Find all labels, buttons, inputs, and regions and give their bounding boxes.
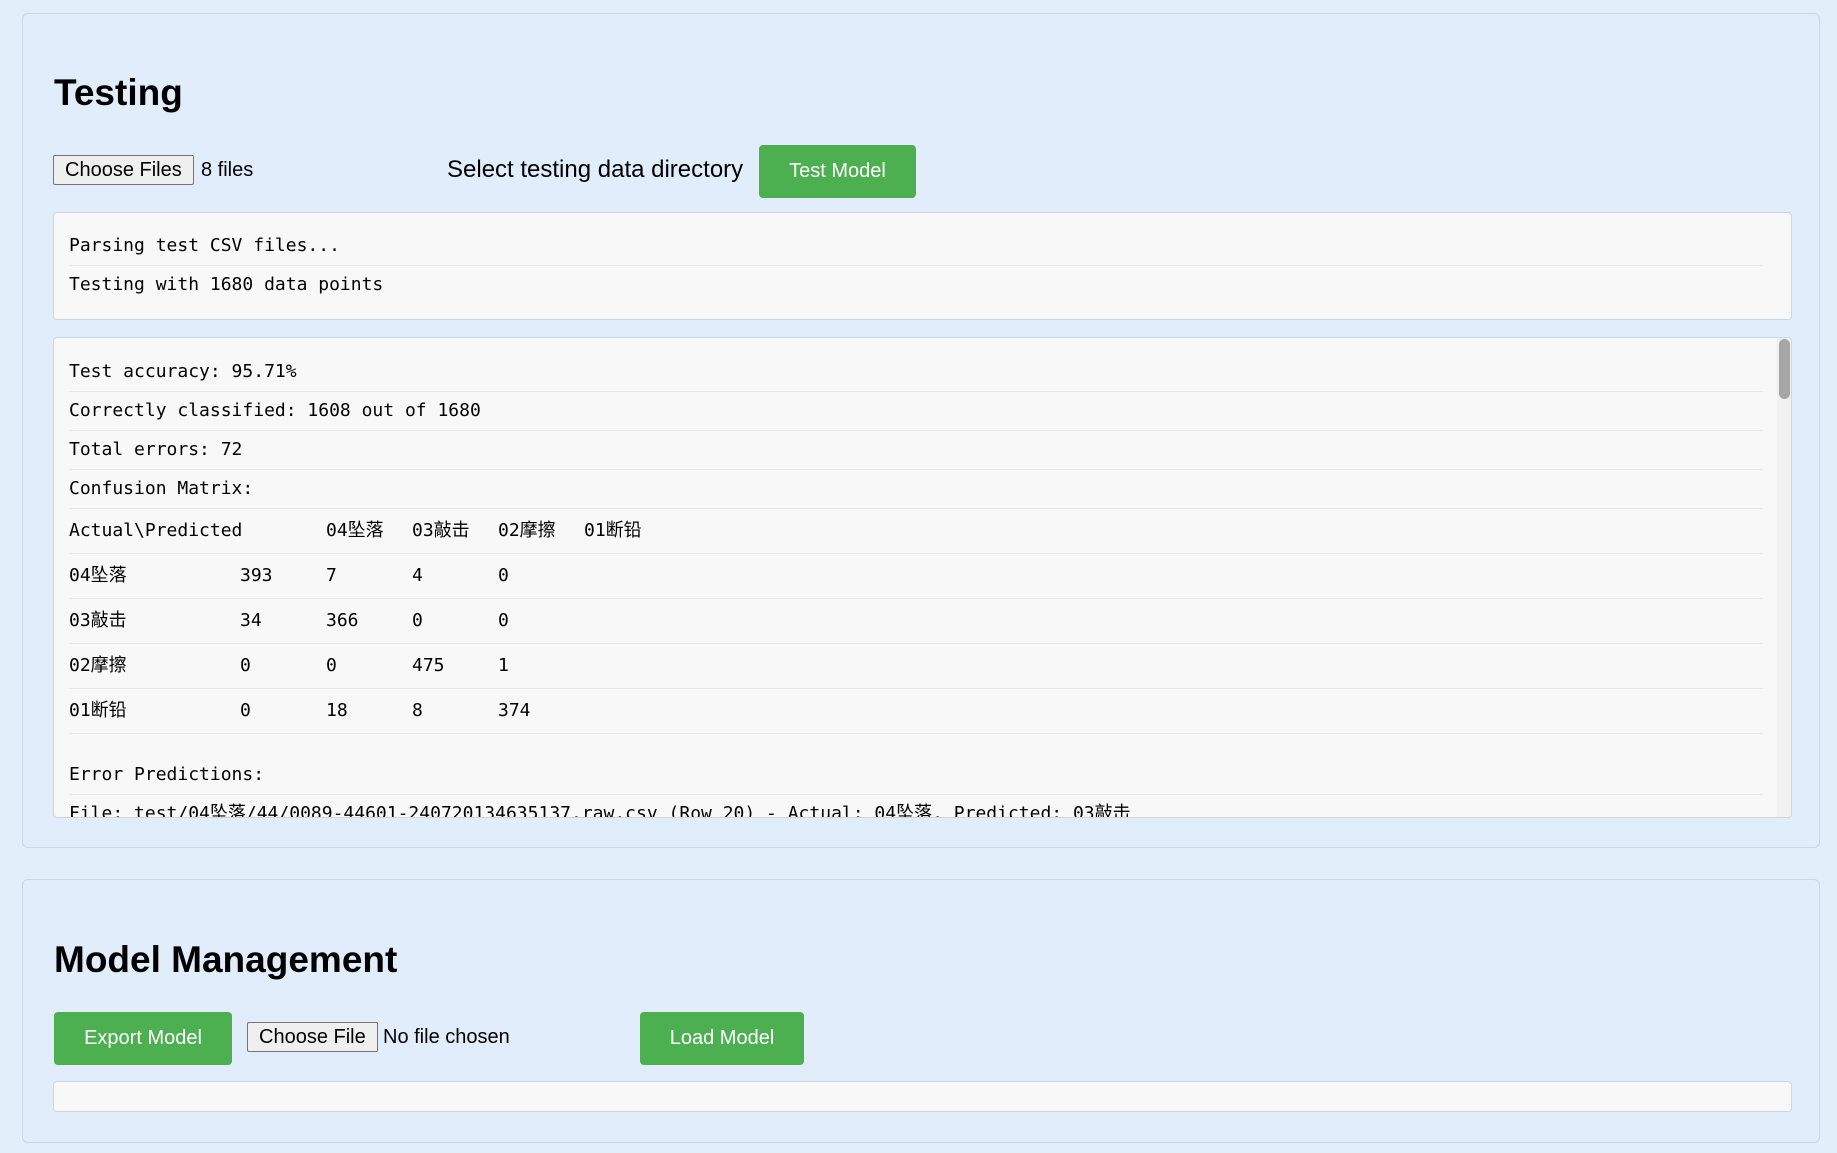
directory-label: Select testing data directory	[447, 156, 744, 183]
matrix-column-header: 03敲击	[412, 520, 470, 541]
correct-line: Correctly classified: 1608 out of 1680	[69, 392, 1763, 431]
matrix-column-header: 04坠落	[326, 520, 384, 541]
matrix-cell: 0	[498, 565, 509, 586]
matrix-row-label: 04坠落	[69, 565, 127, 586]
scrollbar-thumb[interactable]	[1779, 339, 1790, 399]
matrix-cell: 0	[326, 655, 337, 676]
errors-line: Total errors: 72	[69, 431, 1763, 470]
matrix-cell: 0	[240, 655, 251, 676]
choose-files-button[interactable]: Choose Files	[53, 155, 194, 185]
choose-file-button[interactable]: Choose File	[247, 1022, 378, 1052]
log-line: Testing with 1680 data points	[69, 274, 384, 295]
log-line: Parsing test CSV files...	[69, 227, 1763, 266]
matrix-cell: 1	[498, 655, 509, 676]
matrix-cell: 7	[326, 565, 337, 586]
matrix-column-header: 02摩擦	[498, 520, 556, 541]
matrix-cell: 475	[412, 655, 445, 676]
matrix-row: 02摩擦 0 0 475 1	[69, 644, 1763, 689]
matrix-row-label: 01断铅	[69, 700, 127, 721]
test-model-button[interactable]: Test Model	[759, 145, 916, 198]
matrix-row: 01断铅 0 18 8 374	[69, 689, 1763, 734]
files-status: 8 files	[201, 159, 254, 181]
matrix-column-header: 01断铅	[584, 520, 642, 541]
matrix-cell: 0	[412, 610, 423, 631]
matrix-cell: 34	[240, 610, 262, 631]
matrix-cell: 4	[412, 565, 423, 586]
matrix-cell: 0	[240, 700, 251, 721]
matrix-corner: Actual\Predicted	[69, 520, 243, 541]
matrix-row-label: 02摩擦	[69, 655, 127, 676]
matrix-cell: 393	[240, 565, 273, 586]
error-predictions-title: Error Predictions:	[69, 756, 1763, 795]
matrix-row-label: 03敲击	[69, 610, 127, 631]
confusion-title: Confusion Matrix:	[69, 470, 1763, 509]
results-scrollbar[interactable]	[1777, 338, 1791, 817]
matrix-cell: 18	[326, 700, 348, 721]
testing-section: Testing Choose Files 8 files Select test…	[22, 13, 1820, 848]
results-log[interactable]: Test accuracy: 95.71% Correctly classifi…	[53, 337, 1792, 818]
testing-title: Testing	[54, 72, 183, 113]
matrix-cell: 366	[326, 610, 359, 631]
matrix-header-row: Actual\Predicted 04坠落 03敲击 02摩擦 01断铅	[69, 509, 1763, 554]
matrix-cell: 8	[412, 700, 423, 721]
matrix-row: 03敲击 34 366 0 0	[69, 599, 1763, 644]
file-status: No file chosen	[383, 1026, 510, 1048]
error-prediction-line: File: test/04坠落/44/0089-44601-2407201346…	[69, 803, 1131, 818]
matrix-row: 04坠落 393 7 4 0	[69, 554, 1763, 599]
matrix-cell: 0	[498, 610, 509, 631]
load-model-button[interactable]: Load Model	[640, 1012, 804, 1065]
export-model-button[interactable]: Export Model	[54, 1012, 232, 1065]
matrix-cell: 374	[498, 700, 531, 721]
accuracy-line: Test accuracy: 95.71%	[69, 353, 1763, 392]
model-management-title: Model Management	[54, 939, 398, 980]
model-management-section: Model Management Export Model Choose Fil…	[22, 879, 1820, 1143]
model-log	[53, 1081, 1792, 1112]
status-log: Parsing test CSV files... Testing with 1…	[53, 212, 1792, 320]
